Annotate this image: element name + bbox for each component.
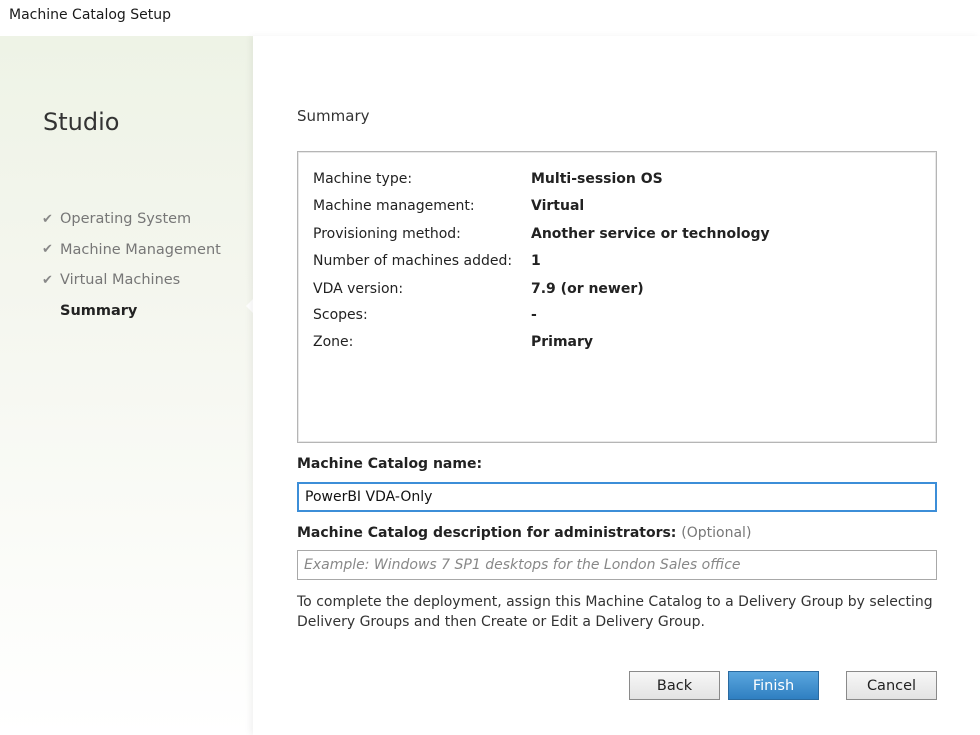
check-icon: ✔	[42, 211, 53, 227]
step-summary: Summary	[42, 296, 221, 327]
summary-value: -	[531, 306, 537, 323]
step-label: Summary	[60, 302, 138, 319]
summary-row-zone: Zone: Primary	[313, 328, 593, 355]
summary-row-machine-type: Machine type: Multi-session OS	[313, 165, 663, 192]
check-icon: ✔	[42, 242, 53, 258]
summary-value: Another service or technology	[531, 225, 770, 242]
summary-value: Primary	[531, 333, 594, 350]
step-virtual-machines: ✔ Virtual Machines	[42, 265, 221, 296]
catalog-name-label: Machine Catalog name:	[297, 456, 483, 472]
step-label: Machine Management	[60, 241, 221, 258]
catalog-description-input[interactable]	[297, 550, 937, 580]
catalog-description-label: Machine Catalog description for administ…	[297, 525, 751, 541]
finish-button[interactable]: Finish	[728, 671, 819, 700]
catalog-name-input[interactable]	[297, 482, 937, 512]
deployment-note-line: To complete the deployment, assign this …	[297, 594, 933, 610]
cancel-button[interactable]: Cancel	[846, 671, 937, 700]
summary-row-machines-added: Number of machines added: 1	[313, 247, 541, 274]
summary-value: Multi-session OS	[531, 170, 663, 187]
step-machine-management: ✔ Machine Management	[42, 235, 221, 266]
summary-key: Provisioning method:	[313, 225, 461, 242]
summary-row-vda-version: VDA version: 7.9 (or newer)	[313, 275, 644, 302]
studio-brand: Studio	[43, 108, 120, 136]
step-label: Operating System	[60, 211, 192, 228]
summary-key: Number of machines added:	[313, 252, 513, 269]
summary-value: 1	[531, 252, 541, 269]
summary-key: Scopes:	[313, 306, 368, 323]
back-button[interactable]: Back	[629, 671, 720, 700]
step-operating-system: ✔ Operating System	[42, 204, 221, 235]
check-icon: ✔	[42, 272, 53, 288]
step-label: Virtual Machines	[60, 272, 181, 289]
title-bar: Machine Catalog Setup	[0, 0, 980, 36]
summary-value: Virtual	[531, 197, 585, 214]
summary-key: Zone:	[313, 333, 354, 350]
page-title: Summary	[297, 107, 370, 125]
wizard-sidebar: Studio ✔ Operating System ✔ Machine Mana…	[0, 36, 253, 735]
window-title: Machine Catalog Setup	[9, 7, 172, 23]
optional-tag: (Optional)	[681, 525, 752, 541]
wizard-steps: ✔ Operating System ✔ Machine Management …	[42, 204, 221, 326]
deployment-note: To complete the deployment, assign this …	[297, 592, 937, 632]
wizard-content: Summary Machine type: Multi-session OS M…	[253, 36, 980, 735]
summary-row-provisioning-method: Provisioning method: Another service or …	[313, 220, 770, 247]
deployment-note-line: Delivery Groups and then Create or Edit …	[297, 614, 705, 630]
summary-value: 7.9 (or newer)	[531, 280, 644, 297]
summary-key: Machine management:	[313, 197, 475, 214]
summary-panel: Machine type: Multi-session OS Machine m…	[297, 151, 937, 443]
catalog-description-label-text: Machine Catalog description for administ…	[297, 525, 677, 541]
summary-key: Machine type:	[313, 170, 413, 187]
summary-row-machine-management: Machine management: Virtual	[313, 192, 584, 219]
summary-key: VDA version:	[313, 280, 404, 297]
summary-row-scopes: Scopes: -	[313, 301, 537, 328]
